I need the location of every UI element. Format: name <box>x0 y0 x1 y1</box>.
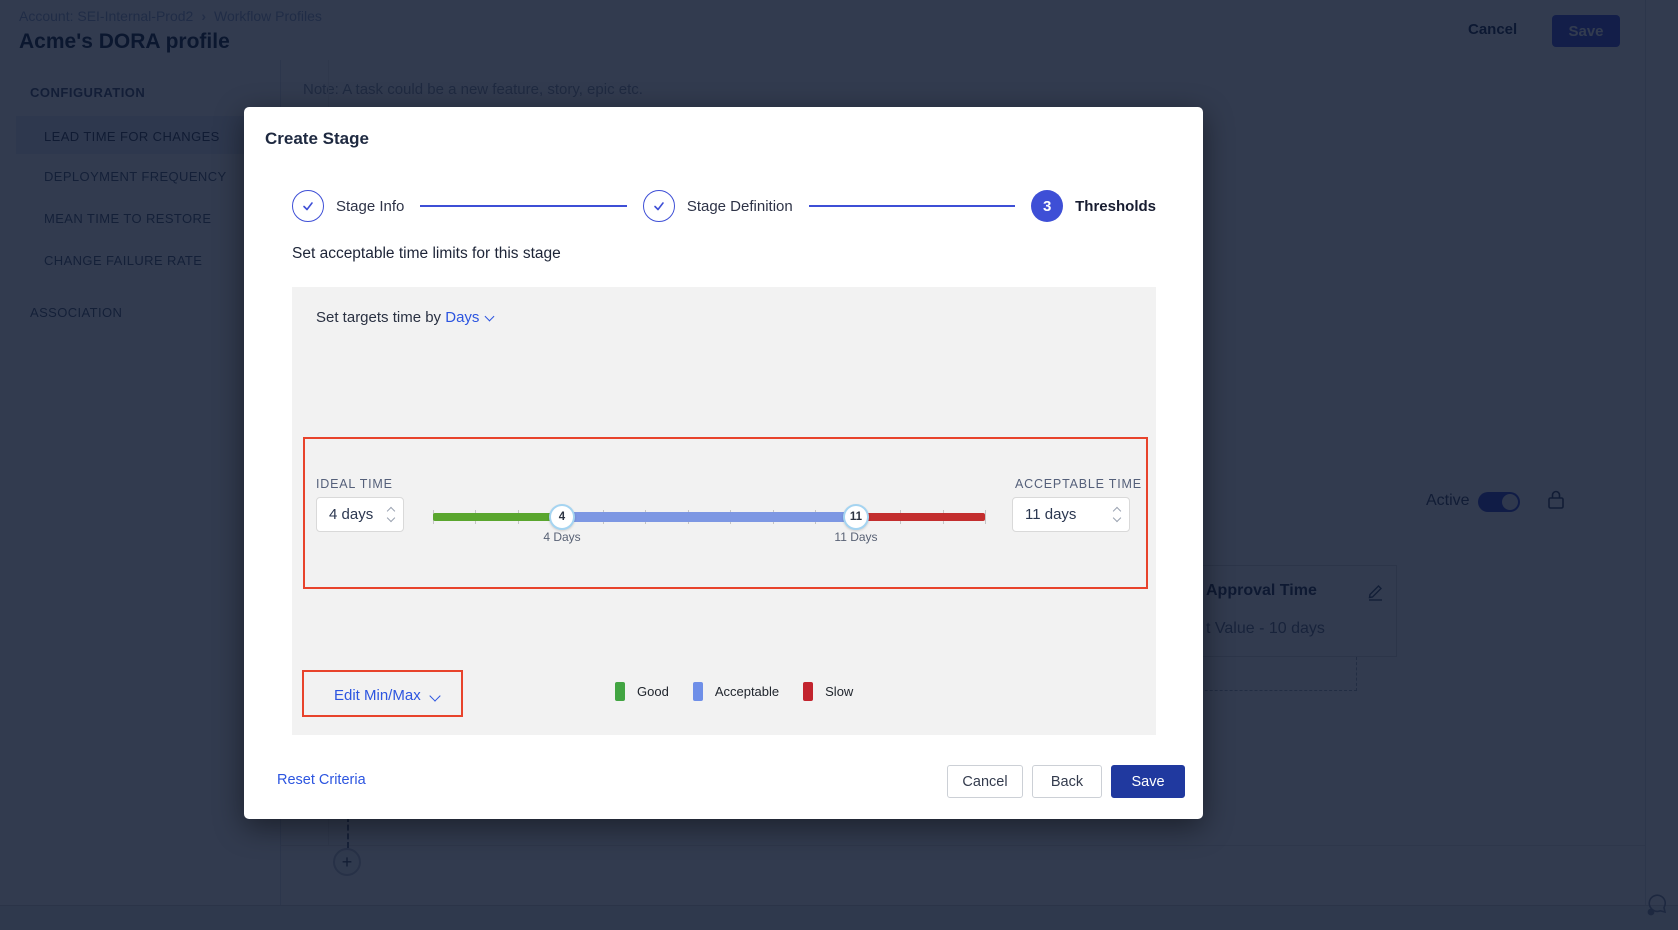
modal-title: Create Stage <box>265 129 369 149</box>
ideal-time-value[interactable] <box>317 506 388 523</box>
slider-segment-slow <box>856 513 985 521</box>
slider-handle-min[interactable]: 4 <box>549 504 575 530</box>
stepper: Stage Info Stage Definition 3 Thresholds <box>292 189 1156 223</box>
legend-label: Slow <box>825 684 853 699</box>
stepper-down-icon[interactable] <box>387 514 395 522</box>
legend-label: Good <box>637 684 669 699</box>
modal-back-button[interactable]: Back <box>1032 765 1102 798</box>
thresholds-panel: Set targets time by Days IDEAL TIME ACCE… <box>292 287 1156 735</box>
set-targets-label: Set targets time by <box>316 309 441 326</box>
stepper-connector <box>420 205 626 206</box>
stepper-down-icon[interactable] <box>1113 514 1121 522</box>
ideal-time-label: IDEAL TIME <box>316 477 393 491</box>
chevron-down-icon <box>485 312 495 322</box>
legend-item-slow: Slow <box>803 682 853 701</box>
legend-item-good: Good <box>615 682 669 701</box>
modal-footer-buttons: Cancel Back Save <box>947 765 1185 798</box>
step-label: Thresholds <box>1075 198 1156 215</box>
legend-swatch-acceptable <box>693 682 703 701</box>
legend-swatch-slow <box>803 682 813 701</box>
slider-min-caption: 4 Days <box>522 530 602 544</box>
slider-handle-max[interactable]: 11 <box>843 504 869 530</box>
reset-criteria-link[interactable]: Reset Criteria <box>277 772 366 788</box>
screen: Account: SEI-Internal-Prod2›Workflow Pro… <box>0 0 1678 930</box>
legend-item-acceptable: Acceptable <box>693 682 779 701</box>
step-stage-definition[interactable]: Stage Definition <box>643 190 793 222</box>
step-complete-check-icon <box>292 190 324 222</box>
thresholds-heading: Set acceptable time limits for this stag… <box>292 245 561 263</box>
step-label: Stage Info <box>336 198 404 215</box>
set-targets-row: Set targets time by Days <box>316 309 493 326</box>
slider-segment-good <box>433 513 562 521</box>
legend-swatch-good <box>615 682 625 701</box>
create-stage-modal: Create Stage Stage Info Stage Definition… <box>244 107 1203 819</box>
step-number-badge: 3 <box>1031 190 1063 222</box>
chevron-down-icon <box>429 690 440 701</box>
legend-label: Acceptable <box>715 684 779 699</box>
acceptable-time-label: ACCEPTABLE TIME <box>1015 477 1142 491</box>
modal-cancel-button[interactable]: Cancel <box>947 765 1023 798</box>
stepper-connector <box>809 205 1015 206</box>
ideal-time-stepper[interactable] <box>388 508 403 521</box>
edit-minmax-dropdown[interactable]: Edit Min/Max <box>334 672 439 719</box>
acceptable-time-value[interactable] <box>1013 506 1114 523</box>
step-complete-check-icon <box>643 190 675 222</box>
step-label: Stage Definition <box>687 198 793 215</box>
modal-save-button[interactable]: Save <box>1111 765 1185 798</box>
step-thresholds[interactable]: 3 Thresholds <box>1031 190 1156 222</box>
slider-max-caption: 11 Days <box>816 530 896 544</box>
step-stage-info[interactable]: Stage Info <box>292 190 404 222</box>
slider-segment-acceptable <box>562 512 856 522</box>
annotation-box-edit-minmax: Edit Min/Max <box>302 670 463 717</box>
ideal-time-input[interactable] <box>316 497 404 532</box>
slider-legend: Good Acceptable Slow <box>615 682 853 701</box>
acceptable-time-input[interactable] <box>1012 497 1130 532</box>
time-unit-dropdown[interactable]: Days <box>445 309 493 326</box>
acceptable-time-stepper[interactable] <box>1114 508 1129 521</box>
